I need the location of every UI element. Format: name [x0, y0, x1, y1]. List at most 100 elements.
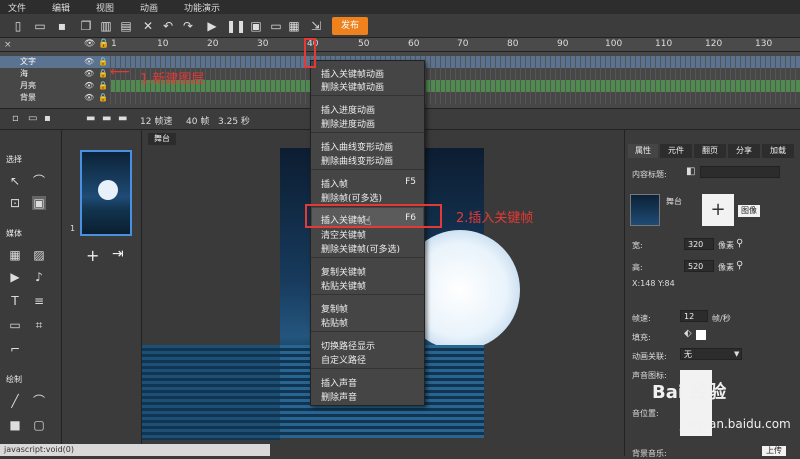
layer-frames[interactable] — [110, 80, 800, 92]
paragraph-icon[interactable]: ≡ — [32, 294, 46, 308]
menu-item-delete-sound[interactable]: 删除声音 — [321, 390, 357, 403]
ruler-tick: 10 — [157, 39, 169, 49]
qrcode-icon[interactable]: ▦ — [286, 18, 302, 34]
menu-item-paste-keyframe[interactable]: 粘贴关键帧 — [321, 279, 366, 292]
page-thumbnail[interactable] — [80, 150, 132, 236]
preview-icon[interactable]: ▣ — [248, 18, 264, 34]
redo-icon[interactable]: ↷ — [180, 18, 196, 34]
pause-icon[interactable]: ❚❚ — [226, 18, 246, 34]
eye-icon[interactable]: 👁 — [84, 57, 94, 66]
cut-icon[interactable]: ▥ — [98, 18, 114, 34]
menu-item-custom-path[interactable]: 自定义路径 — [321, 353, 366, 366]
upload-button[interactable]: 上传 — [762, 446, 786, 456]
menu-view[interactable]: 视图 — [96, 1, 140, 14]
comment-icon[interactable]: ▭ — [8, 318, 22, 332]
lock-icon[interactable]: 🔒 — [98, 93, 108, 102]
lock-icon[interactable]: 🔒 — [98, 81, 108, 90]
eye-icon[interactable]: 👁 — [84, 81, 94, 90]
height-input[interactable]: 520 — [684, 260, 714, 272]
eye-icon[interactable]: 👁 — [84, 69, 94, 78]
add-layer-icon[interactable]: ▫ — [12, 113, 19, 124]
menu-item-delete-frame[interactable]: 删除帧(可多选) — [321, 191, 382, 204]
line-icon[interactable]: ╱ — [8, 394, 22, 408]
menu-item-insert-curve-anim[interactable]: 插入曲线变形动画 — [321, 140, 393, 153]
add-page-icon[interactable]: + — [86, 246, 99, 265]
menu-item-paste-frame[interactable]: 粘贴帧 — [321, 316, 348, 329]
tab-properties[interactable]: 属性 — [628, 144, 658, 158]
menu-item-delete-curve-anim[interactable]: 删除曲线变形动画 — [321, 154, 393, 167]
trash-icon[interactable]: ▪ — [44, 113, 51, 124]
publish-button[interactable]: 发布 — [332, 17, 368, 35]
menu-item-insert-frame[interactable]: 插入帧 — [321, 177, 348, 190]
rect-icon[interactable]: ■ — [8, 418, 22, 432]
sea-image-offstage[interactable] — [142, 345, 280, 440]
frame-tool-icon[interactable]: ▬ — [86, 113, 95, 124]
import-page-icon[interactable]: ⇥ — [112, 246, 124, 262]
menu-item-clear-keyframe[interactable]: 清空关键帧 — [321, 228, 366, 241]
group-icon[interactable]: ▣ — [32, 196, 46, 210]
timeline-ruler[interactable]: × 👁 🔒 1 10 20 30 40 50 60 70 80 90 100 1… — [0, 38, 800, 52]
grid-icon[interactable]: ▦ — [8, 248, 22, 262]
link-icon[interactable]: ⚲ — [736, 260, 743, 271]
layer-frames[interactable] — [110, 92, 800, 104]
eye-icon[interactable]: 👁 — [84, 93, 94, 102]
anim-link-label: 动画关联: — [632, 352, 667, 361]
menu-item-copy-keyframe[interactable]: 复制关键帧 — [321, 265, 366, 278]
anim-link-select[interactable]: 无 — [680, 348, 742, 360]
copy-icon[interactable]: ❐ — [78, 18, 94, 34]
delete-icon[interactable]: ✕ — [140, 18, 156, 34]
menu-item-delete-progress-anim[interactable]: 删除进度动画 — [321, 117, 375, 130]
layer-frames[interactable] — [110, 68, 800, 80]
menu-demo[interactable]: 功能演示 — [184, 1, 228, 14]
add-image-button[interactable]: + — [702, 194, 734, 226]
tab-share[interactable]: 分享 — [728, 144, 760, 158]
chart-icon[interactable]: ⌐ — [8, 342, 22, 356]
menu-file[interactable]: 文件 — [8, 1, 52, 14]
undo-icon[interactable]: ↶ — [160, 18, 176, 34]
tab-symbols[interactable]: 元件 — [660, 144, 692, 158]
frame-tool-icon[interactable]: ▬ — [118, 113, 127, 124]
export-icon[interactable]: ⇲ — [308, 18, 324, 34]
lock-icon[interactable]: 🔒 — [98, 69, 108, 78]
lasso-icon[interactable]: ⌒ — [32, 174, 46, 188]
paste-icon[interactable]: ▤ — [118, 18, 134, 34]
code-icon[interactable]: ⌗ — [32, 318, 46, 332]
menu-animation[interactable]: 动画 — [140, 1, 184, 14]
transform-icon[interactable]: ⊡ — [8, 196, 22, 210]
stage-tab[interactable]: 舞台 — [148, 133, 176, 145]
save-icon[interactable]: ▪ — [54, 18, 70, 34]
menu-item-delete-keyframe[interactable]: 删除关键帧(可多选) — [321, 242, 400, 255]
paint-bucket-icon[interactable]: ⬖ — [684, 328, 692, 339]
text-icon[interactable]: T — [8, 294, 22, 308]
menu-item-delete-keyframe-anim[interactable]: 删除关键帧动画 — [321, 80, 384, 93]
video-icon[interactable]: ▶ — [8, 270, 22, 284]
frame-tool-icon[interactable]: ▬ — [102, 113, 111, 124]
menu-item-copy-frame[interactable]: 复制帧 — [321, 302, 348, 315]
fps-input[interactable]: 12 — [680, 310, 708, 322]
close-timeline-icon[interactable]: × — [4, 40, 12, 50]
width-input[interactable]: 320 — [684, 238, 714, 250]
pointer-icon[interactable]: ↖ — [8, 174, 22, 188]
tab-flip[interactable]: 翻页 — [694, 144, 726, 158]
fill-color-swatch[interactable] — [696, 330, 706, 340]
screen-icon[interactable]: ▭ — [268, 18, 284, 34]
curve-icon[interactable]: ⌒ — [32, 394, 46, 408]
open-folder-icon[interactable]: ▭ — [32, 18, 48, 34]
content-title-input[interactable] — [700, 166, 780, 178]
image-button[interactable]: 图像 — [738, 205, 760, 217]
menu-item-toggle-path[interactable]: 切换路径显示 — [321, 339, 375, 352]
image-icon[interactable]: ▨ — [32, 248, 46, 262]
menu-item-insert-progress-anim[interactable]: 插入进度动画 — [321, 103, 375, 116]
rounded-rect-icon[interactable]: ▢ — [32, 418, 46, 432]
menu-item-insert-keyframe-anim[interactable]: 插入关键帧动画 — [321, 67, 384, 80]
tab-load[interactable]: 加载 — [762, 144, 794, 158]
lock-icon[interactable]: 🔒 — [98, 57, 108, 66]
layer-frames[interactable] — [110, 56, 800, 68]
link-icon[interactable]: ⚲ — [736, 238, 743, 249]
folder-icon[interactable]: ▭ — [28, 113, 37, 124]
menu-edit[interactable]: 编辑 — [52, 1, 96, 14]
audio-icon[interactable]: ♪ — [32, 270, 46, 284]
new-file-icon[interactable]: ▯ — [10, 18, 26, 34]
play-icon[interactable]: ▶ — [204, 18, 220, 34]
menu-item-insert-sound[interactable]: 插入声音 — [321, 376, 357, 389]
